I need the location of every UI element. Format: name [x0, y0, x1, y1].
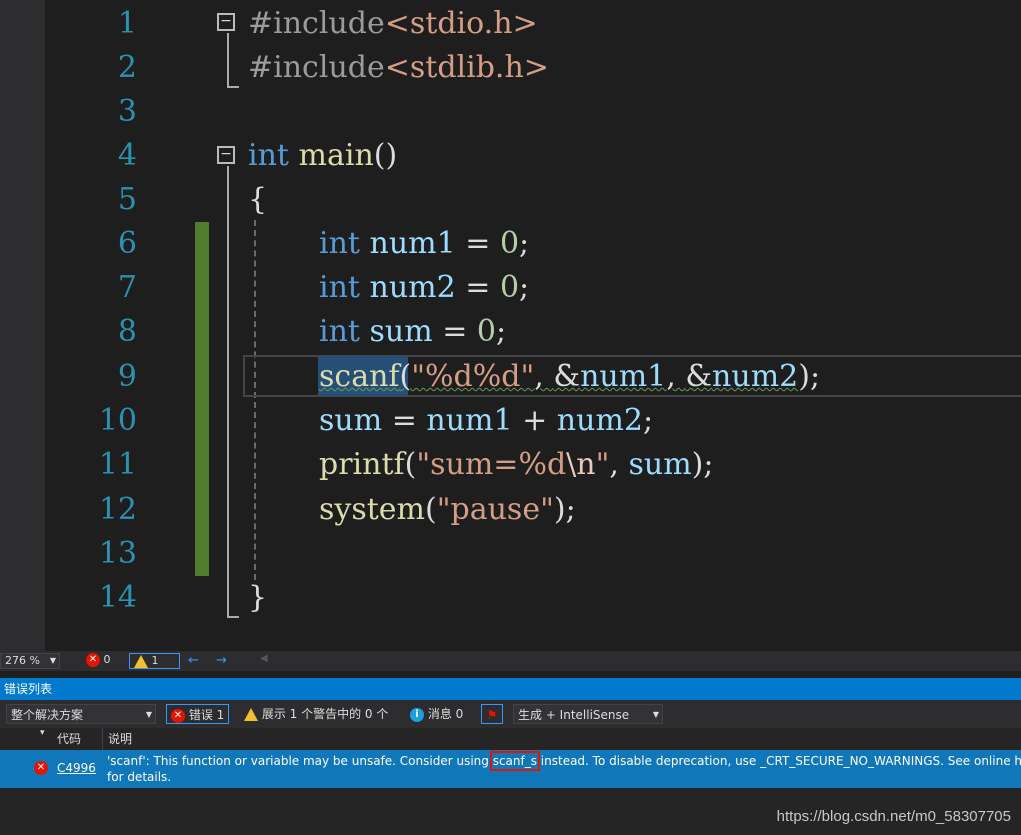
error-code-link[interactable]: C4996	[57, 761, 96, 775]
error-description-part: 'scanf': This function or variable may b…	[107, 754, 493, 768]
code-line-5[interactable]: {	[248, 178, 267, 222]
collapse-icon[interactable]: −	[217, 13, 235, 31]
code-line-9[interactable]: scanf("%d%d", &num1, &num2);	[319, 355, 820, 399]
error-icon: ✕	[34, 761, 48, 775]
indent-guide	[254, 220, 256, 580]
line-number: 6	[117, 226, 137, 261]
line-number: 9	[117, 359, 137, 394]
fold-guide	[227, 616, 239, 618]
line-number: 14	[98, 580, 137, 615]
scope-value: 整个解决方案	[11, 708, 84, 722]
info-icon: i	[410, 707, 424, 722]
warnings-filter-button[interactable]: 展示 1 个警告中的 0 个	[244, 704, 388, 724]
line-number: 11	[98, 447, 137, 482]
code-line-1[interactable]: #include<stdio.h>	[248, 2, 538, 46]
line-number: 4	[117, 138, 137, 173]
zoom-dropdown[interactable]: 276 % ▼	[0, 653, 60, 669]
error-icon: ✕	[86, 653, 100, 667]
editor-left-margin	[0, 0, 45, 651]
code-line-10[interactable]: sum = num1 + num2;	[319, 399, 653, 443]
messages-filter-button[interactable]: i 消息 0	[410, 704, 463, 724]
code-line-7[interactable]: int num2 = 0;	[319, 266, 529, 310]
editor-status-bar: 276 % ▼ ✕ 0 1 ← → ◀	[0, 651, 1021, 671]
error-list-header: ▾ 代码 说明	[0, 728, 1021, 750]
chevron-down-icon: ▼	[652, 710, 659, 719]
error-list-empty-area: https://blog.csdn.net/m0_58307705	[0, 788, 1021, 835]
warning-icon	[244, 708, 258, 721]
arrow-right-icon[interactable]: →	[216, 653, 227, 668]
error-description-part: instead. To disable deprecation, use _CR…	[536, 754, 1021, 768]
warning-count-indicator[interactable]: 1	[129, 653, 180, 669]
arrow-left-icon[interactable]: ←	[188, 653, 199, 668]
collapse-icon[interactable]: −	[217, 146, 235, 164]
scroll-left-icon[interactable]: ◀	[260, 653, 268, 664]
highlighted-text: scanf_s	[489, 751, 541, 771]
zoom-value: 276 %	[5, 654, 40, 667]
messages-filter-label: 消息 0	[427, 707, 464, 721]
error-description-part: for details.	[107, 770, 172, 784]
error-icon: ✕	[171, 708, 185, 723]
fold-guide	[227, 86, 239, 88]
errors-filter-label: 错误 1	[188, 708, 225, 722]
error-description: 'scanf': This function or variable may b…	[107, 751, 1021, 785]
fold-guide	[227, 166, 229, 618]
warning-count: 1	[151, 654, 159, 667]
build-filter-dropdown[interactable]: 生成 + IntelliSense ▼	[513, 704, 663, 724]
line-number: 7	[117, 270, 137, 305]
table-row[interactable]: ✕ C4996 'scanf': This function or variab…	[0, 750, 1021, 788]
scope-dropdown[interactable]: 整个解决方案 ▼	[6, 704, 156, 724]
code-editor[interactable]: 1 2 3 4 5 6 7 8 9 10 11 12 13 14 − − #in…	[0, 0, 1021, 651]
sort-icon[interactable]: ▾	[40, 722, 45, 744]
error-list-toolbar: 整个解决方案 ▼ ✕ 错误 1 展示 1 个警告中的 0 个 i 消息 0 ⚑ 生…	[0, 700, 1021, 728]
code-line-4[interactable]: int main()	[248, 134, 397, 178]
fold-guide	[227, 33, 229, 88]
error-count-indicator[interactable]: ✕ 0	[86, 653, 111, 667]
line-number: 8	[117, 314, 137, 349]
line-number: 1	[117, 6, 137, 41]
code-line-2[interactable]: #include<stdlib.h>	[248, 46, 549, 90]
line-number: 3	[117, 94, 137, 129]
code-line-8[interactable]: int sum = 0;	[319, 310, 506, 354]
warnings-filter-label: 展示 1 个警告中的 0 个	[261, 707, 389, 721]
line-number: 12	[98, 492, 137, 527]
chevron-down-icon: ▼	[145, 710, 152, 719]
code-line-14[interactable]: }	[248, 576, 267, 620]
error-count: 0	[103, 653, 111, 666]
warning-icon	[134, 654, 148, 668]
build-filter-value: 生成 + IntelliSense	[518, 708, 630, 722]
code-line-6[interactable]: int num1 = 0;	[319, 222, 529, 266]
error-list-title: 错误列表	[0, 678, 1021, 700]
column-description[interactable]: 说明	[108, 728, 132, 750]
line-number: 13	[98, 536, 137, 571]
line-number: 10	[98, 403, 137, 438]
errors-filter-button[interactable]: ✕ 错误 1	[166, 704, 230, 724]
chevron-down-icon: ▼	[49, 656, 56, 665]
column-divider	[102, 728, 103, 750]
line-number: 5	[117, 182, 137, 217]
change-tracking-bar	[195, 222, 209, 576]
code-line-12[interactable]: system("pause");	[319, 488, 576, 532]
line-number: 2	[117, 50, 137, 85]
code-line-11[interactable]: printf("sum=%d\n", sum);	[319, 443, 713, 487]
filter-icon[interactable]: ⚑	[481, 704, 503, 724]
column-code[interactable]: 代码	[57, 728, 81, 750]
watermark: https://blog.csdn.net/m0_58307705	[776, 808, 1011, 825]
